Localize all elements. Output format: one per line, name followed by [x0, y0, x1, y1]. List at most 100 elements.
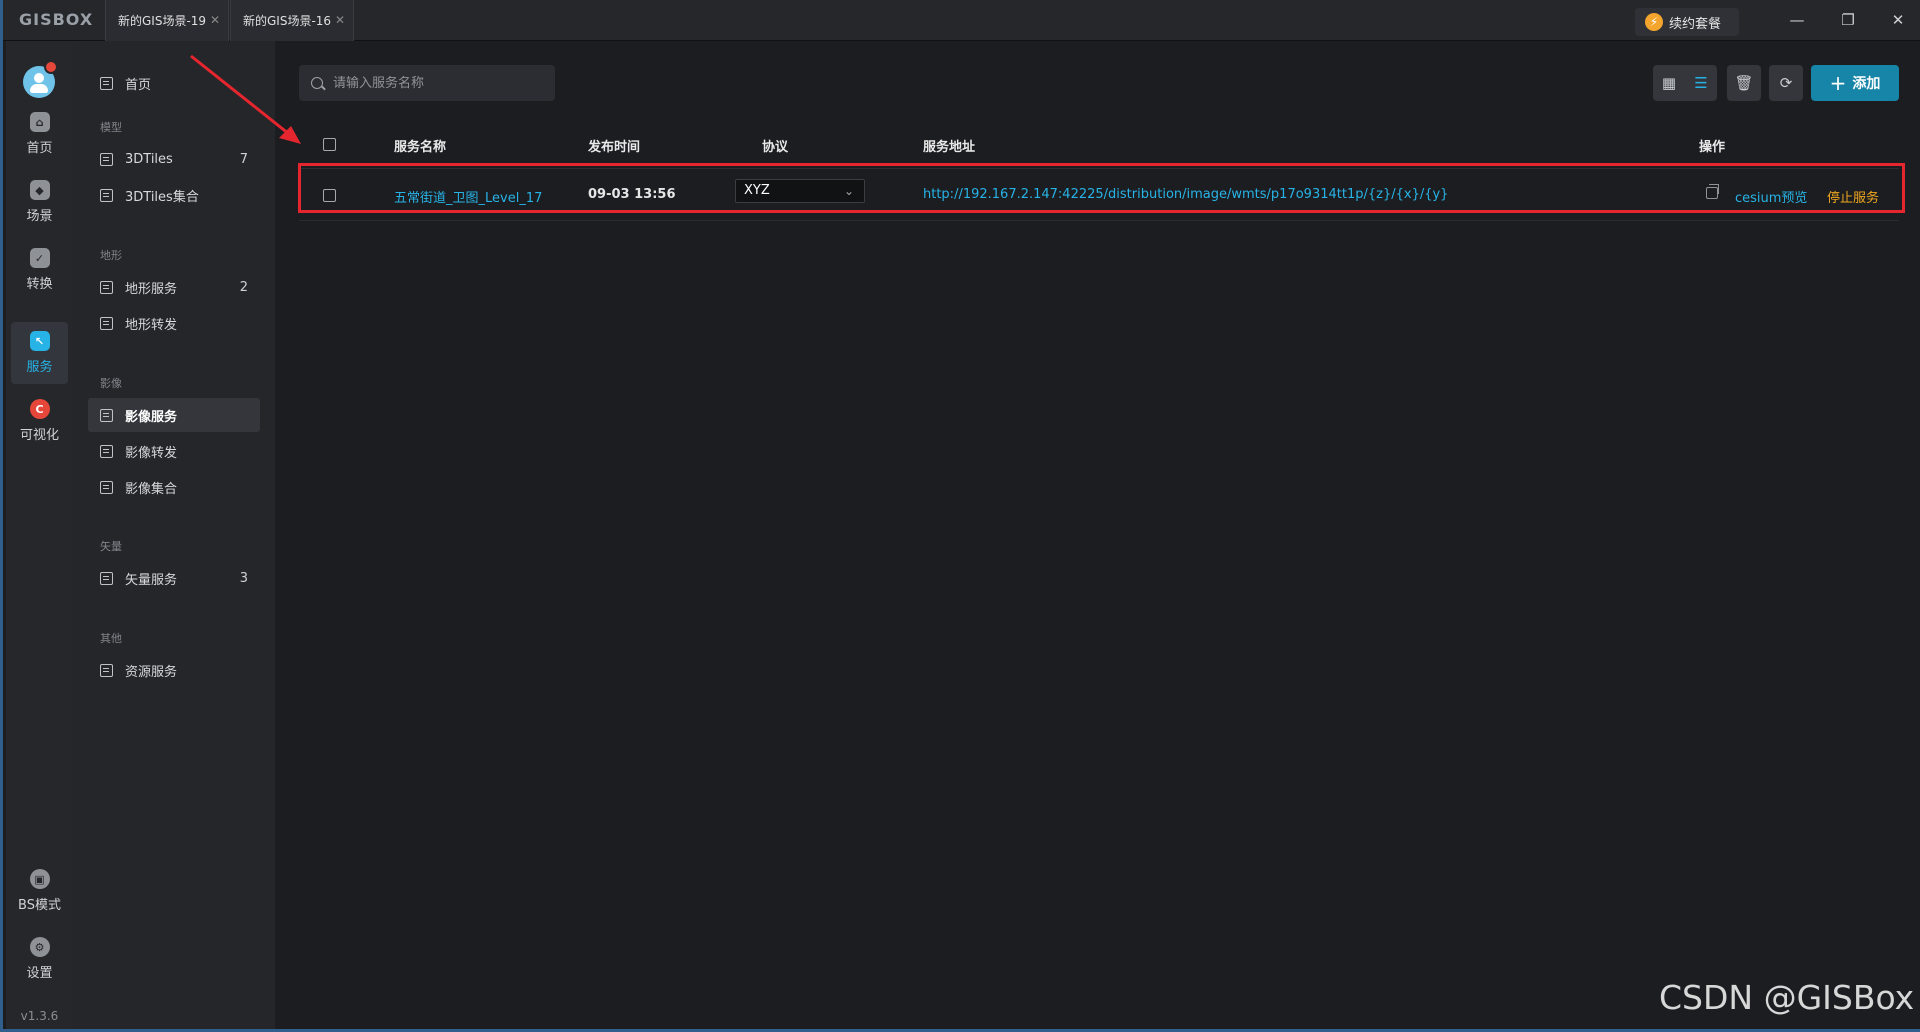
count-badge: 2	[239, 279, 248, 295]
rail-label: 场景	[26, 209, 53, 224]
tab-scene-19[interactable]: 新的GIS场景-19 ✕	[105, 0, 229, 41]
group-label-terrain: 地形	[100, 249, 122, 262]
rail-item-home[interactable]: ⌂ 首页	[11, 103, 68, 165]
column-header-name: 服务名称	[394, 140, 447, 155]
watermark: CSDN @GISBox	[1659, 978, 1915, 1017]
lightning-icon: ⚡	[1645, 13, 1663, 31]
rail-item-convert[interactable]: ✓ 转换	[11, 239, 68, 301]
cesium-preview-link[interactable]: cesium预览	[1735, 187, 1807, 206]
add-label: 添加	[1852, 76, 1881, 92]
restore-icon[interactable]: ❐	[1833, 8, 1863, 32]
sidebar-item-3dtiles[interactable]: 3DTiles 7	[88, 142, 260, 176]
sidebar-item-home[interactable]: 首页	[88, 66, 260, 100]
sidebar-item-imagery-set[interactable]: 影像集合	[88, 470, 260, 504]
sub-sidebar: 首页 模型 3DTiles 7 3DTiles集合 地形 地形服务 2 地形转发…	[73, 41, 275, 1029]
column-header-address: 服务地址	[923, 140, 976, 155]
group-label-other: 其他	[100, 632, 122, 645]
home-icon: ⌂	[29, 112, 50, 132]
sidebar-item-3dtiles-set[interactable]: 3DTiles集合	[88, 178, 260, 212]
sidebar-item-label: 地形转发	[125, 317, 178, 333]
sidebar-item-label: 矢量服务	[125, 572, 178, 588]
grid-view-icon[interactable]: ▦	[1653, 74, 1685, 92]
app-window: GISBOX 新的GIS场景-19 ✕ 新的GIS场景-16 ✕ ⚡ 续约套餐 …	[0, 0, 1920, 1032]
search-input[interactable]	[333, 75, 533, 91]
refresh-icon: ⟳	[1779, 74, 1793, 92]
list-view-icon[interactable]: ☰	[1685, 74, 1717, 92]
delete-button[interactable]: 🗑	[1727, 65, 1761, 101]
rail-label: 转换	[26, 277, 53, 292]
add-button[interactable]: + 添加	[1811, 65, 1899, 101]
chevron-down-icon: ⌄	[843, 184, 854, 198]
rail-item-settings[interactable]: ⚙ 设置	[11, 928, 68, 990]
version-label: v1.3.6	[20, 1009, 59, 1023]
document-icon	[100, 188, 113, 202]
rail-label: 服务	[26, 360, 53, 375]
protocol-value: XYZ	[744, 183, 770, 198]
renew-label: 续约套餐	[1669, 16, 1722, 32]
sidebar-item-imagery-service[interactable]: 影像服务	[88, 398, 260, 432]
close-window-icon[interactable]: ✕	[1883, 8, 1913, 32]
tab-scene-16[interactable]: 新的GIS场景-16 ✕	[230, 0, 354, 41]
sidebar-item-label: 3DTiles集合	[125, 189, 199, 205]
service-address-link[interactable]: http://192.167.2.147:42225/distribution/…	[923, 187, 1448, 202]
copy-icon[interactable]	[1706, 184, 1719, 199]
rail-label: 设置	[26, 966, 53, 981]
column-header-actions: 操作	[1699, 140, 1726, 155]
view-toggle[interactable]: ▦ ☰	[1653, 65, 1717, 101]
icon-rail: ⌂ 首页 ◆ 场景 ✓ 转换 ↖ 服务 C 可视化 ▣ BS模式 ⚙ 设置 v1…	[6, 41, 73, 1029]
sidebar-item-label: 首页	[125, 77, 152, 93]
sidebar-item-resource-service[interactable]: 资源服务	[88, 653, 260, 687]
sidebar-item-terrain-service[interactable]: 地形服务 2	[88, 270, 260, 304]
renew-plan-button[interactable]: ⚡ 续约套餐	[1635, 8, 1739, 36]
cube-icon: ◆	[29, 180, 50, 200]
image-forward-icon	[100, 444, 113, 458]
rail-label: BS模式	[18, 898, 61, 913]
sidebar-item-label: 3DTiles	[125, 151, 173, 167]
refresh-button[interactable]: ⟳	[1769, 65, 1803, 101]
rail-label: 首页	[26, 141, 53, 156]
image-icon	[100, 408, 113, 422]
avatar[interactable]	[23, 60, 58, 98]
minimize-icon[interactable]: —	[1782, 8, 1812, 32]
stop-service-link[interactable]: 停止服务	[1827, 187, 1879, 206]
sidebar-item-label: 资源服务	[125, 664, 178, 680]
title-bar: GISBOX 新的GIS场景-19 ✕ 新的GIS场景-16 ✕ ⚡ 续约套餐 …	[3, 0, 1920, 41]
sidebar-item-label: 影像服务	[125, 409, 178, 425]
close-icon[interactable]: ✕	[210, 13, 220, 27]
close-icon[interactable]: ✕	[335, 13, 345, 27]
sidebar-item-label: 影像集合	[125, 481, 178, 497]
group-label-model: 模型	[100, 121, 122, 134]
rail-item-bs-mode[interactable]: ▣ BS模式	[11, 860, 68, 922]
search-box[interactable]	[299, 65, 555, 101]
gear-icon: ⚙	[29, 937, 50, 957]
terrain-forward-icon	[100, 316, 113, 330]
app-logo: GISBOX	[19, 10, 94, 29]
notification-dot	[44, 60, 58, 74]
main-content: ▦ ☰ 🗑 ⟳ + 添加 服务名称 发布时间 协议 服务地址 操作 五常街道_卫…	[275, 41, 1920, 1029]
row-checkbox[interactable]	[323, 189, 336, 202]
search-icon	[311, 77, 323, 89]
column-header-protocol: 协议	[762, 140, 789, 155]
column-header-time: 发布时间	[588, 140, 641, 155]
sidebar-item-terrain-forward[interactable]: 地形转发	[88, 306, 260, 340]
sidebar-item-vector-service[interactable]: 矢量服务 3	[88, 561, 260, 595]
rail-item-service[interactable]: ↖ 服务	[11, 322, 68, 384]
publish-time: 09-03 13:56	[588, 187, 676, 202]
group-label-vector: 矢量	[100, 540, 122, 553]
sidebar-item-label: 影像转发	[125, 445, 178, 461]
rail-item-visualize[interactable]: C 可视化	[11, 390, 68, 452]
count-badge: 3	[239, 570, 248, 586]
document-icon	[100, 152, 113, 166]
plus-icon: +	[1829, 71, 1847, 95]
sidebar-item-imagery-forward[interactable]: 影像转发	[88, 434, 260, 468]
terrain-icon	[100, 280, 113, 294]
sidebar-item-label: 地形服务	[125, 281, 178, 297]
group-label-imagery: 影像	[100, 377, 122, 390]
lock-icon: ▣	[29, 869, 50, 889]
image-set-icon	[100, 480, 113, 494]
protocol-select[interactable]: XYZ ⌄	[735, 179, 865, 203]
tab-label: 新的GIS场景-16	[243, 14, 332, 28]
service-name-link[interactable]: 五常街道_卫图_Level_17	[394, 187, 542, 206]
rail-item-scene[interactable]: ◆ 场景	[11, 171, 68, 233]
select-all-checkbox[interactable]	[323, 138, 336, 151]
